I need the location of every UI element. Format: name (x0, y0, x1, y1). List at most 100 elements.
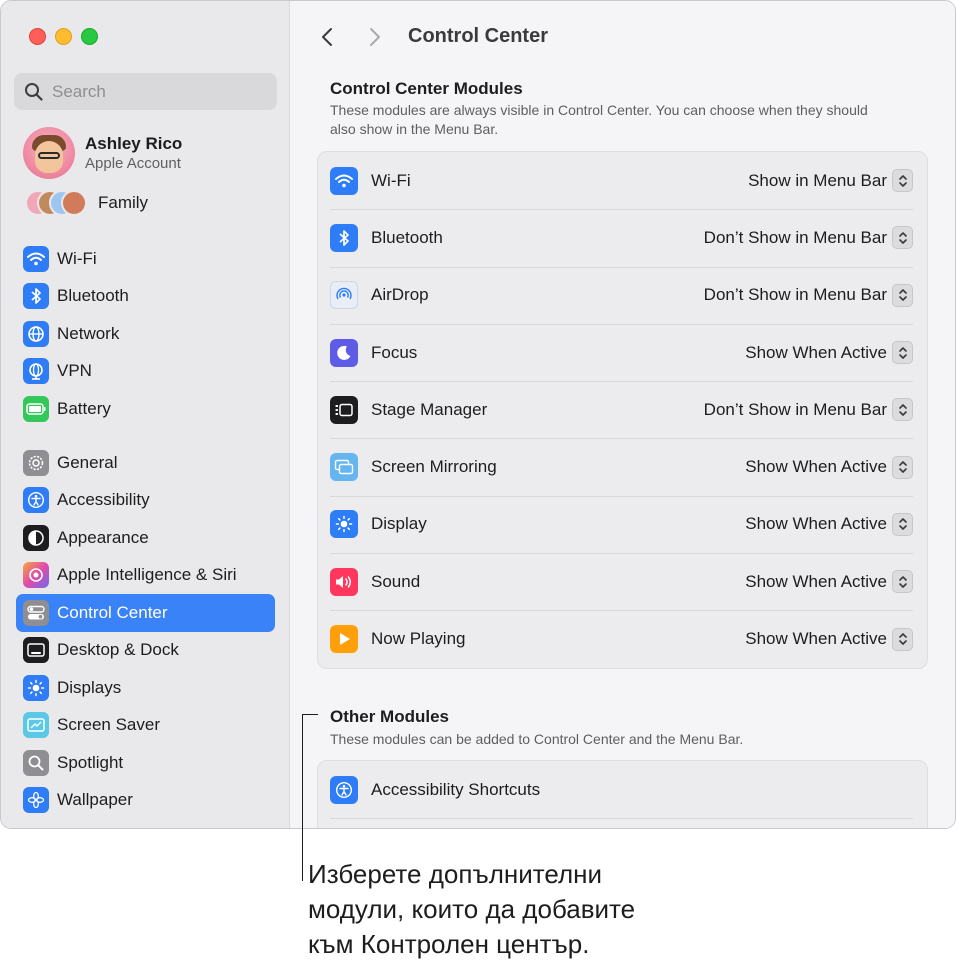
sidebar-item-general[interactable]: General (16, 444, 275, 482)
sidebar-item-network[interactable]: Network (16, 315, 275, 353)
popup-value: Show When Active (745, 342, 887, 362)
sidebar-item-battery[interactable]: Battery (16, 390, 275, 428)
modules-section-title: Control Center Modules (330, 79, 523, 98)
module-row-stage-manager: Stage Manager Don’t Show in Menu Bar (318, 381, 927, 438)
module-label: Stage Manager (371, 399, 488, 419)
main-content: Control Center Control Center Modules Th… (291, 1, 955, 828)
sidebar-item-desktop-dock[interactable]: Desktop & Dock (16, 632, 275, 670)
module-label: Sound (371, 571, 421, 591)
module-row-screen-mirroring: Screen Mirroring Show When Active (318, 438, 927, 495)
sidebar-item-label: Desktop & Dock (57, 640, 179, 660)
menu-bar-popup[interactable]: Don’t Show in Menu Bar (704, 281, 913, 309)
sidebar-item-label: Screen Saver (57, 715, 160, 735)
sidebar-item-screen-saver[interactable]: Screen Saver (16, 707, 275, 745)
screen-mirroring-icon (330, 453, 358, 482)
account-subtitle: Apple Account (85, 155, 181, 172)
accessibility-icon (330, 775, 358, 804)
forward-button[interactable] (363, 23, 387, 51)
up-down-chevron-icon (892, 169, 913, 193)
sidebar-item-bluetooth[interactable]: Bluetooth (16, 278, 275, 316)
search-input[interactable] (52, 81, 252, 102)
screen-saver-icon (23, 712, 49, 739)
menu-bar-popup[interactable]: Show When Active (745, 625, 913, 653)
chevron-left-icon (322, 28, 332, 46)
play-icon (330, 625, 358, 654)
stage-manager-icon (330, 395, 358, 424)
sidebar-item-siri[interactable]: Apple Intelligence & Siri (16, 557, 275, 595)
accessibility-icon (23, 487, 49, 514)
sidebar-item-spotlight[interactable]: Spotlight (16, 744, 275, 782)
callout-line-3: към Контролен център. (308, 929, 590, 959)
menu-bar-popup[interactable]: Show When Active (745, 339, 913, 367)
menu-bar-popup[interactable]: Show in Menu Bar (748, 167, 913, 195)
up-down-chevron-icon (892, 570, 913, 594)
module-label: Bluetooth (371, 227, 443, 247)
module-label: Accessibility Shortcuts (371, 779, 541, 799)
close-button[interactable] (29, 28, 46, 45)
up-down-chevron-icon (892, 512, 913, 536)
sidebar-item-label: Apple Intelligence & Siri (57, 565, 237, 585)
module-row-focus: Focus Show When Active (318, 323, 927, 381)
popup-value: Show in Menu Bar (748, 170, 887, 190)
sun-icon (330, 510, 358, 539)
sidebar-item-label: VPN (57, 361, 92, 381)
family-item[interactable]: Family (25, 190, 148, 216)
menu-bar-popup[interactable]: Show When Active (745, 510, 913, 538)
menu-bar-popup[interactable]: Show When Active (745, 453, 913, 481)
account-item[interactable]: Ashley Rico Apple Account (23, 127, 182, 179)
popup-value: Don’t Show in Menu Bar (703, 227, 887, 247)
module-label: Display (371, 514, 427, 534)
sidebar-item-wifi[interactable]: Wi-Fi (16, 240, 275, 278)
other-modules-description: These modules can be added to Control Ce… (330, 731, 744, 747)
minimize-button[interactable] (55, 28, 72, 45)
sidebar-item-wallpaper[interactable]: Wallpaper (16, 782, 275, 820)
module-label: Wi-Fi (371, 170, 411, 190)
up-down-chevron-icon (892, 398, 913, 422)
menu-bar-popup[interactable]: Don’t Show in Menu Bar (704, 396, 913, 424)
sidebar: Ashley Rico Apple Account Family Wi-Fi (1, 1, 290, 828)
sidebar-item-appearance[interactable]: Appearance (16, 519, 275, 557)
sidebar-item-accessibility[interactable]: Accessibility (16, 482, 275, 520)
siri-icon (23, 562, 49, 589)
module-row-display: Display Show When Active (318, 495, 927, 553)
callout-leader-horizontal (302, 714, 318, 715)
other-modules-title: Other Modules (330, 707, 450, 726)
bluetooth-icon (330, 223, 358, 252)
sidebar-item-label: Appearance (57, 527, 149, 547)
module-label: Now Playing (371, 629, 466, 649)
sidebar-item-vpn[interactable]: VPN (16, 353, 275, 391)
other-module-row-accessibility-shortcuts[interactable]: Accessibility Shortcuts (318, 761, 927, 818)
back-button[interactable] (315, 23, 339, 51)
account-name: Ashley Rico (85, 134, 183, 153)
callout-annotation: Изберете допълнителни модули, които да д… (308, 857, 738, 962)
callout-leader-vertical (302, 714, 303, 881)
row-divider (330, 818, 913, 819)
page-title: Control Center (408, 25, 548, 47)
toolbar: Control Center (291, 1, 955, 71)
modules-list: Wi-Fi Show in Menu Bar Bluetooth Don’t S… (317, 151, 928, 669)
callout-line-2: модули, които да добавите (308, 894, 636, 924)
up-down-chevron-icon (892, 226, 913, 250)
sidebar-item-control-center[interactable]: Control Center (16, 594, 275, 632)
globe-icon (23, 320, 49, 347)
appearance-icon (23, 524, 49, 551)
up-down-chevron-icon (892, 283, 913, 307)
module-row-now-playing: Now Playing Show When Active (318, 610, 927, 667)
magnifier-icon (23, 749, 49, 776)
module-label: Focus (371, 342, 418, 362)
menu-bar-popup[interactable]: Don’t Show in Menu Bar (704, 224, 913, 252)
module-row-bluetooth: Bluetooth Don’t Show in Menu Bar (318, 209, 927, 266)
menu-bar-popup[interactable]: Show When Active (745, 568, 913, 596)
popup-value: Don’t Show in Menu Bar (703, 399, 887, 419)
dock-icon (23, 637, 49, 664)
popup-value: Show When Active (745, 629, 887, 649)
bluetooth-icon (23, 283, 49, 310)
popup-value: Don’t Show in Menu Bar (703, 285, 887, 305)
speaker-icon (330, 567, 358, 596)
search-field[interactable] (14, 73, 277, 110)
search-icon (25, 82, 43, 101)
zoom-button[interactable] (81, 28, 98, 45)
other-modules-list: Accessibility Shortcuts (317, 760, 928, 828)
sidebar-item-displays[interactable]: Displays (16, 669, 275, 707)
flower-icon (23, 787, 49, 814)
